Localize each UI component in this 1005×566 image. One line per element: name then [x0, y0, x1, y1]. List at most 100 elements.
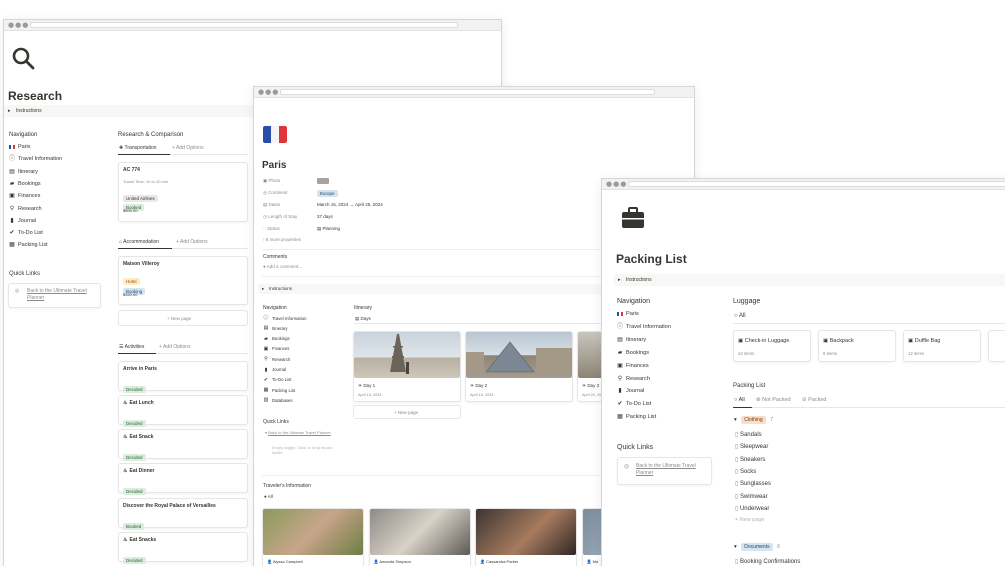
traveler-card[interactable]: 👤 Alyssa Campbell: [262, 508, 364, 566]
sidebar-item[interactable]: ⚲ Research: [263, 356, 290, 362]
sidebar-item-label: Itinerary: [272, 325, 288, 331]
filter-all-tab[interactable]: ○ All: [734, 397, 745, 403]
day-icon: ☀: [582, 383, 587, 388]
property-value[interactable]: [317, 178, 329, 185]
traveler-card[interactable]: 👤 Cassandra Parker: [475, 508, 577, 566]
sidebar-item[interactable]: ⓘ Travel Information: [617, 324, 671, 330]
address-bar[interactable]: [280, 89, 655, 95]
status-badge: Decided: [123, 488, 146, 495]
window-controls-icon[interactable]: ●●●: [606, 181, 627, 188]
new-page-button[interactable]: + New page: [353, 405, 461, 419]
activity-card[interactable]: ♨ Eat Lunch Decided: [118, 395, 248, 427]
search-icon: ⚲: [264, 356, 268, 363]
sidebar-item[interactable]: ⓘ Travel Information: [263, 315, 306, 321]
sidebar-item[interactable]: ▦ Packing List: [9, 242, 48, 248]
sidebar-item[interactable]: ▰ Bookings: [617, 350, 649, 356]
list-item[interactable]: ▯ Sunglasses: [735, 480, 771, 487]
sidebar-item[interactable]: ▥ Databases: [263, 397, 293, 403]
sidebar-item[interactable]: ▮ Journal: [9, 218, 36, 224]
instructions-toggle[interactable]: ▸ Instructions: [614, 274, 1005, 286]
add-comment-input[interactable]: ● Add a comment...: [263, 264, 302, 269]
sidebar-item[interactable]: ▦ Packing List: [617, 414, 656, 420]
sidebar-item[interactable]: ▰ Bookings: [263, 336, 290, 342]
activity-card[interactable]: Discover the Royal Palace of Versailles B…: [118, 498, 248, 530]
sidebar-item[interactable]: ⚲ Research: [617, 376, 650, 382]
list-item[interactable]: ▯ Sneakers: [735, 456, 765, 463]
check-icon: ✔: [617, 401, 623, 408]
sidebar-item[interactable]: ✔ To-Do List: [9, 230, 42, 236]
eiffel-tower-photo: [354, 332, 460, 378]
add-options-button[interactable]: + Add Options: [172, 145, 204, 151]
more-properties-toggle[interactable]: › 5 more properties: [263, 237, 301, 242]
tab-accommodation[interactable]: ⌂ Accommodation: [119, 239, 159, 245]
activity-card[interactable]: ♨ Eat Snacks Decided: [118, 532, 248, 564]
sidebar-item[interactable]: ▣ Finances: [263, 346, 290, 352]
sidebar-item[interactable]: ▣ Finances: [9, 193, 40, 199]
navigation-heading: Navigation: [617, 298, 651, 305]
sidebar-item[interactable]: ▰ Bookings: [9, 181, 41, 187]
sidebar-item[interactable]: Paris: [9, 144, 31, 150]
luggage-card[interactable]: ▣ Check-in Luggage 24 items: [733, 330, 811, 362]
sidebar-item-label: Journal: [18, 217, 37, 224]
sidebar-item[interactable]: ⓘ Travel Information: [9, 156, 62, 162]
window-controls-icon[interactable]: ●●●: [258, 89, 279, 96]
list-item[interactable]: ▯ Sleepwear: [735, 443, 768, 450]
traveler-card[interactable]: 👤 Amanda Simpson: [368, 508, 471, 566]
property-value[interactable]: Europe: [317, 190, 338, 197]
itinerary-card[interactable]: ☀ Day 1 April 15, 2024: [353, 331, 461, 402]
sidebar-item[interactable]: ▣ Finances: [617, 363, 649, 369]
property-value[interactable]: ▤ Planning: [317, 226, 340, 232]
add-options-button[interactable]: + Add Options: [176, 239, 208, 245]
sidebar-item-label: Packing List: [272, 387, 296, 393]
group-documents[interactable]: ▾ Documents 6: [734, 543, 780, 551]
property-value[interactable]: 37 days: [317, 214, 333, 219]
days-view-tab[interactable]: ▤ Days: [355, 316, 371, 322]
list-item[interactable]: ▯ Underwear: [735, 505, 769, 512]
list-item[interactable]: ▯ Sandals: [735, 431, 762, 438]
transport-card[interactable]: AC 774 Travel Time: 1h to 20 min United …: [118, 162, 248, 222]
new-page-button[interactable]: + New page: [735, 517, 765, 523]
filter-packed-tab[interactable]: ⊘ Packed: [802, 397, 827, 403]
link-icon: ◎: [15, 288, 20, 294]
new-page-button[interactable]: + New page: [118, 310, 248, 326]
list-item[interactable]: ▯ Booking Confirmations: [735, 558, 800, 565]
group-clothing[interactable]: ▾ Clothing 7: [734, 416, 773, 424]
sidebar-item[interactable]: ▮ Journal: [617, 388, 644, 394]
sidebar-item[interactable]: ▤ Itinerary: [617, 337, 646, 343]
add-options-button[interactable]: + Add Options: [159, 344, 191, 350]
quick-link-card[interactable]: ◎ Back to the Ultimate Travel Planner: [617, 457, 712, 485]
address-bar[interactable]: [628, 181, 1005, 187]
luggage-card-partial[interactable]: [988, 330, 1005, 362]
sidebar-item[interactable]: ▤ Itinerary: [9, 169, 38, 175]
itinerary-card[interactable]: ☀ Day 2 April 16, 2024: [465, 331, 573, 402]
activity-card[interactable]: ♨ Eat Snack Decided: [118, 429, 248, 461]
sidebar-item[interactable]: ▮ Journal: [263, 367, 286, 373]
tab-activities[interactable]: ☰ Activities: [119, 344, 144, 350]
property-value[interactable]: March 15, 2024 → April 25, 2024: [317, 202, 383, 207]
activity-card[interactable]: ♨ Eat Dinner Decided: [118, 463, 248, 495]
list-item[interactable]: ▯ Swimwear: [735, 493, 768, 500]
list-item[interactable]: ▯ Socks: [735, 468, 756, 475]
luggage-card[interactable]: ▣ Duffle Bag 12 items: [903, 330, 981, 362]
luggage-view-tab[interactable]: ○ All: [734, 313, 746, 319]
accommodation-card[interactable]: Maison Villeroy Hotel Booking $320.00: [118, 256, 248, 305]
sidebar-item[interactable]: ✔ To-Do List: [617, 401, 651, 407]
sidebar-item[interactable]: ⚲ Research: [9, 206, 42, 212]
check-icon: ✔: [263, 376, 269, 383]
sidebar-item[interactable]: ▤ Itinerary: [263, 325, 288, 331]
traveler-name: Amanda Simpson: [379, 559, 411, 564]
activity-card[interactable]: Arrive in Paris Decided: [118, 361, 248, 393]
address-bar[interactable]: [30, 22, 458, 28]
travelers-view-tab[interactable]: ● All: [264, 494, 273, 499]
backpack-icon: ▣: [823, 338, 830, 344]
sidebar-item[interactable]: ▦ Packing List: [263, 387, 296, 393]
sidebar-item[interactable]: ✔ To-Do List: [263, 377, 291, 383]
tab-transportation[interactable]: ✚ Transportation: [119, 145, 157, 151]
luggage-card[interactable]: ▣ Backpack 8 items: [818, 330, 896, 362]
filter-not-packed-tab[interactable]: ⊗ Not Packed: [756, 397, 791, 403]
traveler-photo: [476, 509, 576, 555]
quick-link[interactable]: ▾ Back to the Ultimate Travel Planner: [265, 430, 335, 435]
quick-link-card[interactable]: ◎ Back to the Ultimate Travel Planner: [8, 283, 101, 308]
window-controls-icon[interactable]: ●●●: [8, 22, 29, 29]
sidebar-item[interactable]: Paris: [617, 311, 639, 317]
